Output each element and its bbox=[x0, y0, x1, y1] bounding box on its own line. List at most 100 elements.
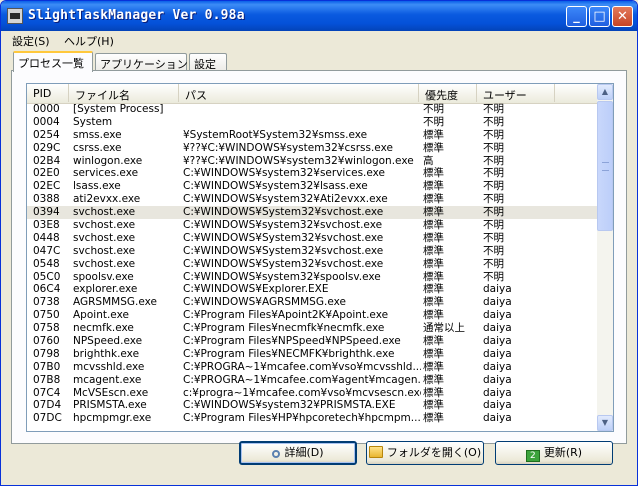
table-row[interactable]: 0004 System 不明 不明 bbox=[27, 116, 599, 129]
cell-user: 不明 bbox=[483, 115, 504, 128]
cell-pid: 07B0 bbox=[33, 360, 61, 373]
table-row[interactable]: 05C0 spoolsv.exe C:¥WINDOWS¥system32¥spool… bbox=[27, 271, 599, 284]
cell-pid: 07C4 bbox=[33, 386, 61, 399]
tab-process-list[interactable]: プロセス一覧 bbox=[13, 51, 93, 72]
cell-pid: 047C bbox=[33, 244, 61, 257]
process-list[interactable]: PID ファイル名 パス 優先度 ユーザー 0000 [System Proces… bbox=[26, 83, 614, 432]
scroll-up-button[interactable]: ▲ bbox=[597, 84, 613, 100]
table-row[interactable]: 07D4 PRISMSTA.exe C:¥WINDOWS¥system32¥PRIS… bbox=[27, 399, 599, 412]
menu-bar: 設定(S) ヘルプ(H) bbox=[1, 31, 637, 49]
column-header-priority[interactable]: 優先度 bbox=[419, 84, 477, 102]
cell-path: ¥??¥C:¥WINDOWS¥system32¥csrss.exe bbox=[183, 141, 393, 154]
cell-priority: 不明 bbox=[423, 115, 444, 128]
table-row[interactable]: 0394 svchost.exe C:¥WINDOWS¥System32¥svcho… bbox=[27, 206, 599, 220]
cell-priority: 標準 bbox=[423, 386, 444, 399]
table-row[interactable]: 0448 svchost.exe C:¥WINDOWS¥System32¥svcho… bbox=[27, 232, 599, 245]
open-folder-button[interactable]: フォルダを開く(O) bbox=[366, 441, 484, 465]
table-row[interactable]: 02EC lsass.exe C:¥WINDOWS¥system32¥lsass.e… bbox=[27, 180, 599, 193]
table-row[interactable]: 0798 brighthk.exe C:¥Program Files¥NECMFK¥… bbox=[27, 348, 599, 361]
cell-priority: 標準 bbox=[423, 206, 444, 219]
table-row[interactable]: 0388 ati2evxx.exe C:¥WINDOWS¥system32¥Ati2… bbox=[27, 193, 599, 206]
table-row[interactable]: 03E8 svchost.exe C:¥WINDOWS¥system32¥svcho… bbox=[27, 219, 599, 232]
tab-settings[interactable]: 設定 bbox=[189, 53, 227, 71]
cell-user: 不明 bbox=[483, 270, 504, 283]
app-icon[interactable] bbox=[7, 8, 23, 24]
cell-priority: 標準 bbox=[423, 296, 444, 309]
app-window: SlightTaskManager Ver 0.98a _ □ ✕ 設定(S) … bbox=[0, 0, 638, 486]
cell-name: svchost.exe bbox=[73, 206, 136, 219]
cell-pid: 0548 bbox=[33, 257, 60, 270]
refresh-button[interactable]: 2 更新(R) bbox=[495, 441, 613, 465]
table-row[interactable]: 0548 svchost.exe C:¥WINDOWS¥System32¥svcho… bbox=[27, 258, 599, 271]
cell-priority: 標準 bbox=[423, 270, 444, 283]
maximize-button[interactable]: □ bbox=[589, 6, 610, 27]
table-row[interactable]: 02E0 services.exe C:¥WINDOWS¥system32¥serv… bbox=[27, 167, 599, 180]
title-bar[interactable]: SlightTaskManager Ver 0.98a _ □ ✕ bbox=[1, 1, 637, 31]
cell-pid: 0000 bbox=[33, 103, 60, 115]
table-row[interactable]: 029C csrss.exe ¥??¥C:¥WINDOWS¥system32¥csr… bbox=[27, 142, 599, 155]
menu-settings[interactable]: 設定(S) bbox=[12, 33, 50, 49]
cell-pid: 02EC bbox=[33, 180, 61, 193]
table-row[interactable]: 0000 [System Process] 不明 不明 bbox=[27, 103, 599, 116]
cell-name: McVSEscn.exe bbox=[73, 386, 149, 399]
cell-path: C:¥Program Files¥necmfk¥necmfk.exe bbox=[183, 322, 385, 335]
cell-user: daiya bbox=[483, 283, 512, 296]
table-row[interactable]: 07DC hpcmpmgr.exe C:¥Program Files¥HP¥hpco… bbox=[27, 412, 599, 425]
cell-name: NPSpeed.exe bbox=[73, 335, 143, 348]
table-row[interactable]: 07C4 McVSEscn.exe c:¥progra~1¥mcafee.com¥v… bbox=[27, 387, 599, 400]
cell-name: svchost.exe bbox=[73, 231, 136, 244]
column-header-pid[interactable]: PID bbox=[27, 84, 69, 102]
column-header-name[interactable]: ファイル名 bbox=[69, 84, 179, 102]
refresh-button-label: 更新(R) bbox=[543, 446, 583, 459]
cell-path: C:¥WINDOWS¥System32¥svchost.exe bbox=[183, 257, 384, 270]
cell-name: smss.exe bbox=[73, 128, 122, 141]
minimize-button[interactable]: _ bbox=[566, 6, 587, 27]
cell-path: C:¥WINDOWS¥system32¥spoolsv.exe bbox=[183, 270, 381, 283]
folder-icon bbox=[368, 446, 383, 458]
cell-path: C:¥WINDOWS¥System32¥svchost.exe bbox=[183, 231, 384, 244]
table-row[interactable]: 07B8 mcagent.exe C:¥PROGRA~1¥mcafee.com¥ag… bbox=[27, 374, 599, 387]
tab-applications[interactable]: アプリケーション bbox=[95, 53, 188, 71]
cell-name: csrss.exe bbox=[73, 141, 122, 154]
vertical-scrollbar[interactable]: ▲ ▼ bbox=[597, 84, 613, 431]
cell-name: spoolsv.exe bbox=[73, 270, 134, 283]
table-row[interactable]: 06C4 explorer.exe C:¥WINDOWS¥Explorer.EXE 標… bbox=[27, 283, 599, 296]
cell-user: daiya bbox=[483, 347, 512, 360]
cell-name: svchost.exe bbox=[73, 257, 136, 270]
cell-user: daiya bbox=[483, 373, 512, 386]
cell-path: C:¥WINDOWS¥System32¥svchost.exe bbox=[183, 244, 384, 257]
cell-name: explorer.exe bbox=[73, 283, 138, 296]
cell-priority: 通常以上 bbox=[423, 322, 465, 335]
scroll-thumb[interactable] bbox=[597, 101, 613, 231]
table-row[interactable]: 0750 Apoint.exe C:¥Program Files¥Apoint2K¥… bbox=[27, 309, 599, 322]
scroll-down-button[interactable]: ▼ bbox=[597, 415, 613, 431]
close-button[interactable]: ✕ bbox=[612, 6, 633, 27]
cell-path: C:¥WINDOWS¥system32¥PRISMSTA.EXE bbox=[183, 399, 396, 412]
open-folder-button-label: フォルダを開く(O) bbox=[386, 446, 482, 459]
cell-name: winlogon.exe bbox=[73, 154, 143, 167]
cell-pid: 0738 bbox=[33, 296, 60, 309]
list-body: 0000 [System Process] 不明 不明 0004 System 不明 不明 02… bbox=[27, 103, 599, 425]
cell-pid: 07D4 bbox=[33, 399, 62, 412]
table-row[interactable]: 0738 AGRSMMSG.exe C:¥WINDOWS¥AGRSMMSG.exe 標… bbox=[27, 296, 599, 309]
cell-path: C:¥WINDOWS¥Explorer.EXE bbox=[183, 283, 329, 296]
column-header-user[interactable]: ユーザー bbox=[477, 84, 555, 102]
table-row[interactable]: 047C svchost.exe C:¥WINDOWS¥System32¥svcho… bbox=[27, 245, 599, 258]
cell-pid: 02E0 bbox=[33, 167, 60, 180]
cell-pid: 02B4 bbox=[33, 154, 61, 167]
cell-path: C:¥WINDOWS¥system32¥Ati2evxx.exe bbox=[183, 193, 388, 206]
cell-path: C:¥WINDOWS¥system32¥services.exe bbox=[183, 167, 386, 180]
details-button[interactable]: 詳細(D) bbox=[239, 441, 357, 465]
table-row[interactable]: 0760 NPSpeed.exe C:¥Program Files¥NPSpeed¥… bbox=[27, 335, 599, 348]
cell-user: 不明 bbox=[483, 231, 504, 244]
table-row[interactable]: 02B4 winlogon.exe ¥??¥C:¥WINDOWS¥system32¥… bbox=[27, 155, 599, 168]
cell-pid: 0750 bbox=[33, 309, 60, 322]
table-row[interactable]: 07B0 mcvsshld.exe C:¥PROGRA~1¥mcafee.com¥v… bbox=[27, 361, 599, 374]
cell-path: C:¥Program Files¥NPSpeed¥NPSpeed.exe bbox=[183, 335, 401, 348]
table-row[interactable]: 0758 necmfk.exe C:¥Program Files¥necmfk¥ne… bbox=[27, 322, 599, 335]
menu-help[interactable]: ヘルプ(H) bbox=[64, 33, 114, 49]
cell-priority: 標準 bbox=[423, 309, 444, 322]
table-row[interactable]: 0254 smss.exe ¥SystemRoot¥System32¥smss.ex… bbox=[27, 129, 599, 142]
column-header-path[interactable]: パス bbox=[179, 84, 419, 102]
cell-pid: 0798 bbox=[33, 347, 60, 360]
